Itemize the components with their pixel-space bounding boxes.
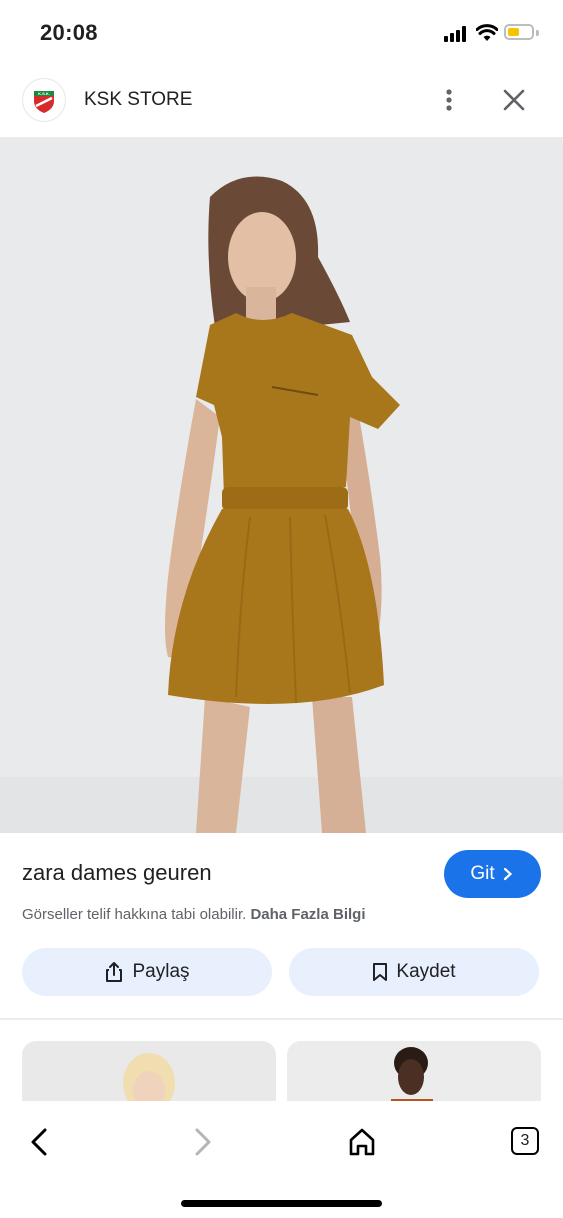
chevron-right-icon <box>503 867 512 881</box>
save-label: Kaydet <box>396 961 456 982</box>
result-title: zara dames geuren <box>22 860 212 885</box>
store-name[interactable]: KSK STORE <box>84 89 192 111</box>
bookmark-icon <box>373 963 388 981</box>
battery-cap <box>536 30 539 36</box>
back-icon[interactable] <box>26 1126 54 1158</box>
home-indicator[interactable] <box>181 1200 382 1207</box>
status-time: 20:08 <box>40 20 98 45</box>
signal-icon <box>444 26 470 42</box>
copyright-text: Görseller telif hakkına tabi olabilir. <box>22 906 247 923</box>
share-label: Paylaş <box>132 961 190 982</box>
model-illustration <box>0 137 563 833</box>
product-image[interactable] <box>0 137 563 833</box>
tabs-icon[interactable]: 3 <box>511 1127 539 1155</box>
go-button-label: Git <box>470 863 495 884</box>
svg-text:K.S.K.: K.S.K. <box>38 91 50 96</box>
more-vert-icon[interactable] <box>438 86 460 114</box>
store-logo[interactable]: K.S.K. <box>22 78 66 122</box>
save-button[interactable]: Kaydet <box>289 948 539 996</box>
home-icon[interactable] <box>347 1126 377 1158</box>
battery-icon <box>504 24 534 40</box>
forward-icon[interactable] <box>188 1126 216 1158</box>
wifi-icon <box>476 24 498 41</box>
tab-count: 3 <box>520 1132 530 1149</box>
close-icon[interactable] <box>500 86 528 114</box>
go-button[interactable]: Git <box>444 850 541 898</box>
share-button[interactable]: Paylaş <box>22 948 272 996</box>
share-icon <box>106 962 123 982</box>
shield-logo-icon: K.S.K. <box>34 91 54 113</box>
copyright-notice: Görseller telif hakkına tabi olabilir. D… <box>22 906 365 923</box>
more-info-link[interactable]: Daha Fazla Bilgi <box>250 906 365 923</box>
section-divider <box>0 1018 563 1020</box>
